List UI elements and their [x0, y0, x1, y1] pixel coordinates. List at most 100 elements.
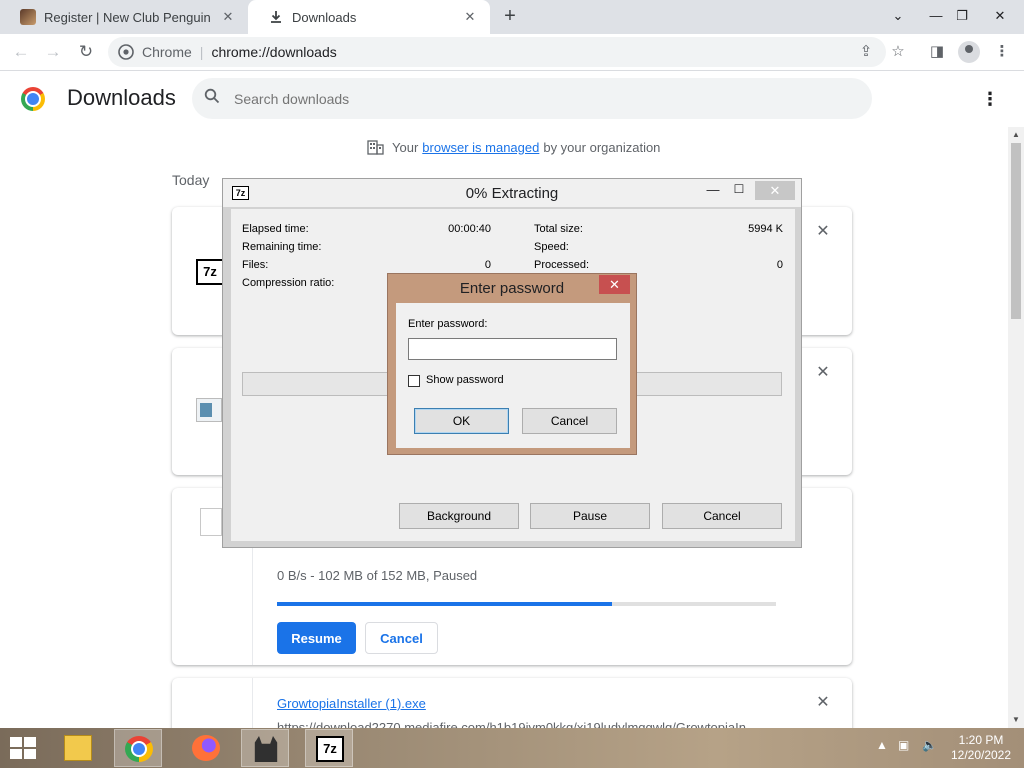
taskbar-cat-app[interactable]: [241, 729, 289, 767]
cancel-button[interactable]: Cancel: [522, 408, 617, 434]
page-title: Downloads: [67, 85, 176, 110]
elapsed-time-value: 00:00:40: [448, 223, 491, 235]
address-bar[interactable]: Chrome | chrome://downloads: [108, 37, 886, 67]
processed-value: 0: [776, 259, 783, 271]
tab-close-icon[interactable]: ✕: [220, 9, 236, 25]
7zip-titlebar[interactable]: 7z 0% Extracting — ☐ ✕: [223, 179, 801, 207]
profile-avatar-icon[interactable]: [958, 41, 980, 63]
back-arrow-icon[interactable]: ←: [8, 39, 34, 65]
taskbar-7zip[interactable]: 7z: [305, 729, 353, 767]
tab-title: Register | New Club Penguin: [44, 9, 211, 25]
7zip-file-icon: 7z: [196, 259, 224, 285]
files-label: Files:: [242, 259, 269, 271]
search-icon[interactable]: [204, 88, 220, 109]
bookmark-star-icon[interactable]: ☆: [885, 39, 911, 65]
download-status: 0 B/s - 102 MB of 152 MB, Paused: [277, 568, 478, 583]
volume-icon[interactable]: 🔈: [922, 738, 937, 752]
remaining-time-label: Remaining time:: [242, 241, 322, 253]
ok-button[interactable]: OK: [414, 408, 509, 434]
password-input[interactable]: [408, 338, 617, 360]
generic-file-icon: [200, 508, 222, 536]
window-close-icon[interactable]: ✕: [984, 0, 1016, 34]
browser-managed-link[interactable]: browser is managed: [422, 140, 539, 155]
show-password-label[interactable]: Show password: [426, 374, 504, 386]
managed-suffix: by your organization: [543, 139, 661, 155]
total-size-value: 5994 K: [748, 223, 783, 235]
windows-start-icon[interactable]: [10, 737, 38, 759]
password-label: Enter password:: [408, 318, 488, 330]
download-progress-bar: [277, 602, 776, 606]
cancel-download-button[interactable]: Cancel: [365, 622, 438, 654]
background-button[interactable]: Background: [399, 503, 519, 529]
pause-button[interactable]: Pause: [530, 503, 650, 529]
new-tab-button[interactable]: +: [498, 5, 522, 29]
remove-download-icon[interactable]: ✕: [814, 694, 832, 712]
compression-ratio-label: Compression ratio:: [242, 277, 335, 289]
managed-notice: Your browser is managed by your organiza…: [367, 139, 660, 155]
managed-prefix: Your: [392, 139, 419, 155]
black-cat-icon: [254, 736, 278, 762]
minimize-icon[interactable]: —: [703, 182, 723, 197]
download-source-url[interactable]: https://download2270.mediafire.com/h1b19…: [277, 720, 757, 728]
clock-time: 1:20 PM: [958, 733, 1004, 747]
reload-icon[interactable]: ↻: [73, 39, 99, 65]
taskbar-file-explorer[interactable]: [54, 729, 102, 767]
taskbar-chrome[interactable]: [114, 729, 162, 767]
tab-strip: Register | New Club Penguin ✕ Downloads …: [0, 0, 1024, 34]
taskbar-firefox[interactable]: [182, 729, 230, 767]
tab-close-icon[interactable]: ✕: [462, 9, 478, 25]
remove-download-icon[interactable]: ✕: [814, 364, 832, 382]
progress-fill: [277, 602, 612, 606]
scroll-up-arrow-icon[interactable]: ▲: [1008, 127, 1024, 143]
taskbar-clock[interactable]: 1:20 PM 12/20/2022: [945, 733, 1017, 763]
browser-menu-icon[interactable]: ⋮: [989, 39, 1015, 65]
tab-title: Downloads: [292, 9, 357, 25]
chrome-logo-icon: [21, 87, 45, 111]
cancel-extraction-button[interactable]: Cancel: [662, 503, 782, 529]
tab-search-icon[interactable]: ⌄: [882, 0, 914, 34]
files-value: 0: [484, 259, 491, 271]
windows-taskbar: 7z ▲ ▣ 🔈 1:20 PM 12/20/2022: [0, 728, 1024, 768]
downloads-menu-icon[interactable]: ⋮: [980, 87, 1000, 111]
elapsed-time-label: Elapsed time:: [242, 223, 309, 235]
url-text[interactable]: chrome://downloads: [211, 44, 336, 60]
total-size-label: Total size:: [534, 223, 583, 235]
forward-arrow-icon[interactable]: →: [40, 39, 66, 65]
maximize-icon[interactable]: ☐: [729, 182, 749, 196]
scrollbar-thumb[interactable]: [1011, 143, 1021, 319]
search-downloads-bar[interactable]: [192, 78, 872, 119]
clock-date: 12/20/2022: [950, 748, 1012, 762]
scroll-down-arrow-icon[interactable]: ▼: [1008, 712, 1024, 728]
speed-label: Speed:: [534, 241, 569, 253]
network-icon[interactable]: ▣: [898, 738, 909, 752]
share-icon[interactable]: ⇪: [853, 39, 879, 65]
restore-icon[interactable]: ❐: [946, 0, 978, 34]
download-filename-link[interactable]: GrowtopiaInstaller (1).exe: [277, 696, 426, 711]
browser-toolbar: ← → ↻ Chrome | chrome://downloads ⇪ ☆ ◨ …: [0, 34, 1024, 71]
omnibox-separator: |: [199, 44, 204, 60]
club-penguin-favicon-icon: [20, 9, 36, 25]
remove-download-icon[interactable]: ✕: [814, 223, 832, 241]
tab-club-penguin[interactable]: Register | New Club Penguin ✕: [0, 0, 248, 34]
processed-label: Processed:: [534, 259, 590, 271]
password-dialog-body: Enter password: Show password OK Cancel: [396, 303, 630, 448]
chrome-site-icon[interactable]: [118, 44, 134, 60]
folder-icon: [64, 735, 92, 761]
show-password-checkbox[interactable]: [408, 375, 420, 387]
date-section-label: Today: [172, 172, 210, 188]
side-panel-icon[interactable]: ◨: [924, 39, 950, 65]
search-downloads-input[interactable]: [234, 90, 834, 107]
tab-downloads[interactable]: Downloads ✕: [248, 0, 490, 34]
close-icon[interactable]: ✕: [599, 275, 630, 294]
close-icon[interactable]: ✕: [755, 181, 795, 200]
card-divider: [252, 678, 253, 728]
site-chip: Chrome: [142, 44, 192, 60]
chrome-icon: [125, 736, 153, 762]
page-scrollbar[interactable]: ▲ ▼: [1008, 127, 1024, 728]
building-icon: [367, 139, 384, 155]
firefox-icon: [192, 735, 220, 761]
installer-file-icon: [196, 398, 222, 422]
7zip-icon: 7z: [316, 736, 344, 762]
resume-button[interactable]: Resume: [277, 622, 356, 654]
show-hidden-icons-icon[interactable]: ▲: [876, 738, 888, 752]
